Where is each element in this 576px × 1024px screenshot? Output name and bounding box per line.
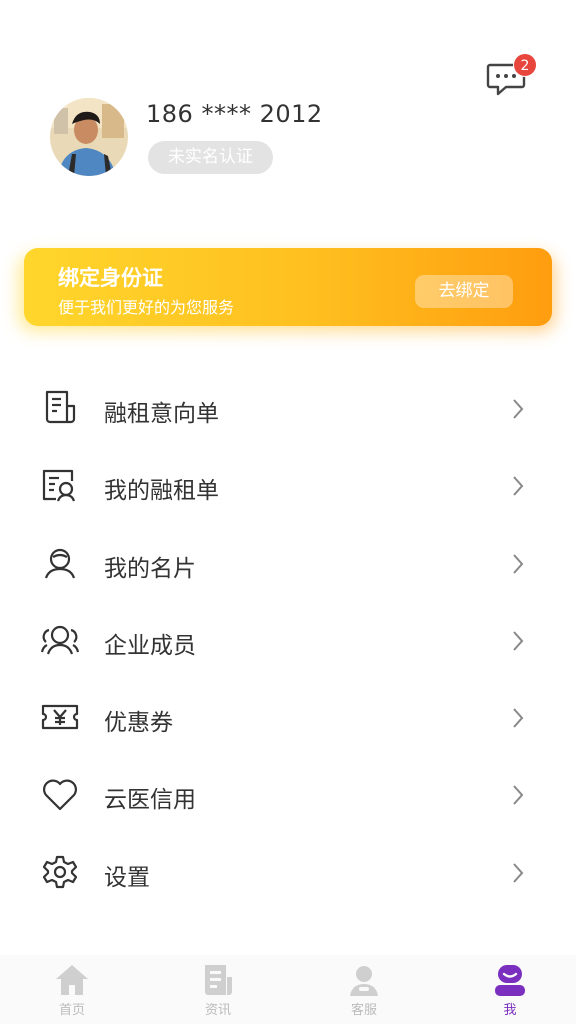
- chevron-right-icon: [511, 707, 525, 729]
- verification-status-badge[interactable]: 未实名认证: [148, 141, 273, 174]
- message-count-badge: 2: [513, 53, 537, 77]
- document-list-icon: [40, 390, 80, 426]
- menu-item-label: 我的融租单: [104, 478, 219, 505]
- chevron-right-icon: [511, 784, 525, 806]
- chevron-right-icon: [511, 475, 525, 497]
- banner-title: 绑定身份证: [58, 266, 163, 290]
- chevron-right-icon: [511, 630, 525, 652]
- gear-icon: [40, 854, 80, 890]
- menu-item-label: 我的名片: [104, 555, 196, 582]
- tab-label: 客服: [350, 1003, 377, 1018]
- menu-item-settings[interactable]: 设置: [0, 834, 576, 911]
- menu-item-label: 企业成员: [104, 632, 196, 659]
- menu-item-label: 设置: [104, 864, 150, 891]
- news-icon: [205, 965, 232, 995]
- tab-profile[interactable]: 我: [470, 963, 550, 1023]
- menu-item-coupons[interactable]: 优惠券: [0, 679, 576, 756]
- menu-item-lease-intent[interactable]: 融租意向单: [0, 370, 576, 447]
- bottom-tab-bar: 首页 资讯 客服 我: [0, 955, 576, 1024]
- tab-label: 资讯: [204, 1003, 231, 1018]
- avatar[interactable]: [50, 98, 128, 176]
- chevron-right-icon: [511, 553, 525, 575]
- menu-item-my-lease[interactable]: 我的融租单: [0, 447, 576, 524]
- chevron-right-icon: [511, 398, 525, 420]
- tab-service[interactable]: 客服: [324, 963, 404, 1023]
- banner-subtitle: 便于我们更好的为您服务: [58, 298, 235, 317]
- home-icon: [56, 965, 88, 995]
- search-document-icon: [40, 467, 80, 503]
- coupon-icon: [40, 699, 80, 735]
- bind-id-banner[interactable]: 绑定身份证 便于我们更好的为您服务 去绑定: [24, 248, 552, 326]
- menu-item-business-card[interactable]: 我的名片: [0, 525, 576, 602]
- heart-icon: [40, 776, 80, 812]
- menu-item-label: 融租意向单: [104, 401, 219, 427]
- tab-news[interactable]: 资讯: [178, 963, 258, 1023]
- chevron-right-icon: [511, 862, 525, 884]
- service-icon: [350, 966, 378, 996]
- profile-icon: [495, 965, 525, 996]
- bind-id-button[interactable]: 去绑定: [415, 275, 513, 308]
- menu-item-company-members[interactable]: 企业成员: [0, 602, 576, 679]
- tab-label: 我: [503, 1003, 517, 1018]
- menu-item-label: 云医信用: [104, 787, 196, 814]
- tab-label: 首页: [58, 1003, 85, 1018]
- menu-item-label: 优惠券: [104, 710, 173, 737]
- menu-item-credit[interactable]: 云医信用: [0, 756, 576, 833]
- user-avatar: [50, 98, 128, 176]
- menu-list: 融租意向单 我的融租单 我的名片 企业成员 优惠券 云医信用 设置: [0, 370, 576, 911]
- tab-home[interactable]: 首页: [32, 963, 112, 1023]
- group-icon: [40, 622, 80, 658]
- phone-number: 186 **** 2012: [146, 100, 323, 128]
- contact-icon: [40, 545, 80, 581]
